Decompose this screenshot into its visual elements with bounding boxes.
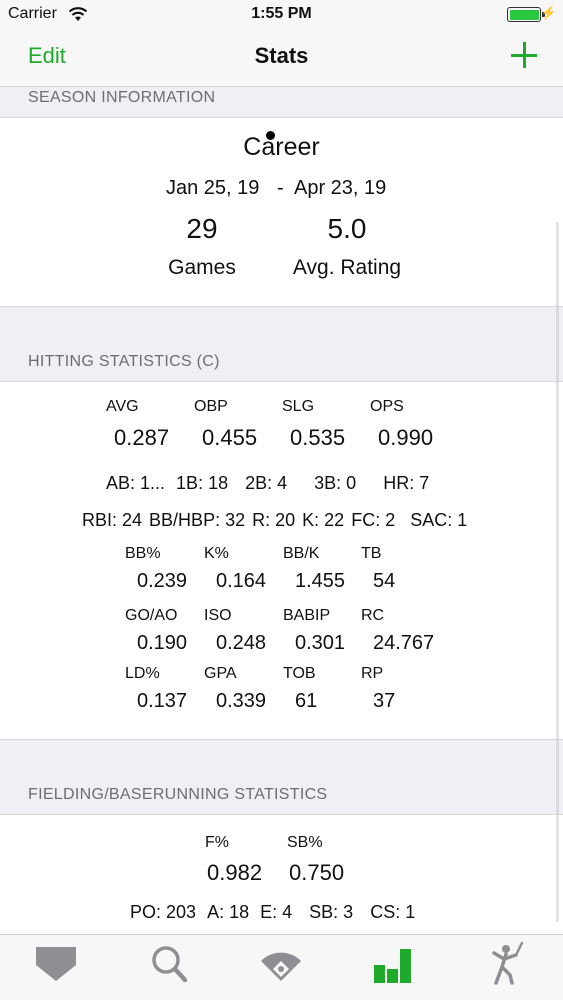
hitting-grid-0-0-value: 0.239 bbox=[137, 570, 188, 592]
battery-icon bbox=[507, 7, 545, 22]
scroll-indicator[interactable] bbox=[556, 222, 559, 922]
page-title: Stats bbox=[254, 43, 309, 68]
hitting-grid-2-2-label: TOB bbox=[283, 665, 316, 682]
hitting-grid-2-2-value: 61 bbox=[295, 690, 318, 712]
status-bar: Carrier 1:55 PM ⚡ bbox=[0, 0, 563, 30]
fielding-main-1-value: 0.750 bbox=[289, 860, 345, 885]
hitting-grid-2-3-label: RP bbox=[361, 665, 384, 682]
stats-scroll-view[interactable]: SEASON INFORMATION Career Jan 25, 19 - A… bbox=[0, 87, 563, 934]
hitting-section-header: HITTING STATISTICS (C) bbox=[0, 306, 563, 382]
season-section-title: SEASON INFORMATION bbox=[28, 89, 216, 106]
hitting-grid-2-1-label: GPA bbox=[204, 665, 237, 682]
hitting-main-2-label: SLG bbox=[282, 398, 315, 415]
hitting-grid-0-3-label: TB bbox=[361, 545, 382, 562]
tab-stats[interactable] bbox=[363, 939, 423, 989]
rating-value: 5.0 bbox=[327, 213, 367, 244]
clock: 1:55 PM bbox=[251, 5, 312, 22]
hitting-main-1-label: OBP bbox=[194, 398, 228, 415]
r-count: R: 20 bbox=[252, 510, 296, 530]
hitting-counts-row-2: RBI: 24 BB/HBP: 32 R: 20 K: 22 FC: 2 SAC… bbox=[82, 510, 467, 531]
cs-count: CS: 1 bbox=[370, 902, 416, 922]
navigation-bar: Edit Stats bbox=[0, 30, 563, 87]
hitting-grid-0-1-label: K% bbox=[204, 545, 229, 562]
hitting-grid-0-1-value: 0.164 bbox=[216, 570, 267, 592]
date-separator: - bbox=[277, 177, 284, 199]
hr-count: HR: 7 bbox=[383, 473, 430, 493]
hitting-main-0-label: AVG bbox=[106, 398, 139, 415]
hitting-grid-2-0-value: 0.137 bbox=[137, 690, 188, 712]
add-icon[interactable] bbox=[511, 42, 537, 68]
bb-hbp-count: BB/HBP: 32 bbox=[149, 510, 246, 530]
rating-label: Avg. Rating bbox=[292, 256, 402, 279]
hitting-grid-0-0-label: BB% bbox=[125, 545, 161, 562]
hitting-grid-0-2-label: BB/K bbox=[283, 545, 320, 562]
hitting-grid-2-0-label: LD% bbox=[125, 665, 160, 682]
k-count: K: 22 bbox=[302, 510, 345, 530]
sac-count: SAC: 1 bbox=[410, 510, 468, 530]
date-start: Jan 25, 19 bbox=[166, 177, 260, 199]
ab-count: AB: 1... bbox=[106, 473, 166, 493]
hitting-main-2-value: 0.535 bbox=[290, 425, 346, 450]
charging-icon: ⚡ bbox=[540, 5, 557, 20]
fielding-counts-row: PO: 203 A: 18 E: 4 SB: 3 CS: 1 bbox=[130, 902, 415, 923]
hitting-main-1-value: 0.455 bbox=[202, 425, 258, 450]
a-count: A: 18 bbox=[207, 902, 250, 922]
games-label: Games bbox=[168, 256, 236, 279]
season-section-header: SEASON INFORMATION bbox=[0, 87, 563, 118]
tab-field[interactable] bbox=[251, 939, 311, 989]
hitting-grid-2-3-value: 37 bbox=[373, 690, 396, 712]
touch-indicator bbox=[266, 131, 275, 140]
stats-bar-chart-icon bbox=[374, 949, 411, 983]
tab-home[interactable] bbox=[26, 939, 86, 989]
season-name: Career bbox=[243, 133, 320, 161]
fielding-section-title: FIELDING/BASERUNNING STATISTICS bbox=[28, 786, 328, 803]
games-value: 29 bbox=[186, 213, 218, 244]
hitting-grid-2-1-value: 0.339 bbox=[216, 690, 267, 712]
fielding-section-header: FIELDING/BASERUNNING STATISTICS bbox=[0, 739, 563, 815]
fielding-main-1-label: SB% bbox=[287, 834, 323, 851]
hitting-grid-1-0-value: 0.190 bbox=[137, 632, 188, 654]
po-count: PO: 203 bbox=[130, 902, 197, 922]
date-end: Apr 23, 19 bbox=[294, 177, 387, 199]
hitting-grid-0-2-value: 1.455 bbox=[295, 570, 346, 592]
2b-count: 2B: 4 bbox=[245, 473, 288, 493]
tab-search[interactable] bbox=[139, 939, 199, 989]
hitting-main-3-label: OPS bbox=[370, 398, 404, 415]
1b-count: 1B: 18 bbox=[176, 473, 229, 493]
3b-count: 3B: 0 bbox=[314, 473, 357, 493]
hitting-grid-1-0-label: GO/AO bbox=[125, 607, 178, 624]
hitting-section-title: HITTING STATISTICS (C) bbox=[28, 353, 220, 370]
hitting-grid-0-3-value: 54 bbox=[373, 570, 396, 592]
fc-count: FC: 2 bbox=[351, 510, 396, 530]
hitting-grid-1-3-value: 24.767 bbox=[373, 632, 435, 654]
hitting-counts-row-1: AB: 1... 1B: 18 2B: 4 3B: 0 HR: 7 bbox=[106, 473, 429, 494]
hitting-grid-1-1-label: ISO bbox=[204, 607, 232, 624]
hitting-grid-1-1-value: 0.248 bbox=[216, 632, 267, 654]
player-batting-icon bbox=[492, 941, 524, 985]
hitting-main-0-value: 0.287 bbox=[114, 425, 170, 450]
e-count: E: 4 bbox=[260, 902, 293, 922]
baseball-field-icon bbox=[261, 952, 301, 981]
sb-count: SB: 3 bbox=[309, 902, 354, 922]
hitting-grid-1-3-label: RC bbox=[361, 607, 385, 624]
fielding-main-0-label: F% bbox=[205, 834, 229, 851]
search-icon bbox=[152, 946, 188, 983]
fielding-main-0-value: 0.982 bbox=[207, 860, 263, 885]
hitting-grid-1-2-label: BABIP bbox=[283, 607, 331, 624]
home-plate-icon bbox=[36, 947, 76, 981]
rbi-count: RBI: 24 bbox=[82, 510, 143, 530]
hitting-grid-1-2-value: 0.301 bbox=[295, 632, 346, 654]
tab-bar bbox=[0, 934, 563, 1000]
tab-player[interactable] bbox=[476, 939, 536, 989]
hitting-main-3-value: 0.990 bbox=[378, 425, 434, 450]
